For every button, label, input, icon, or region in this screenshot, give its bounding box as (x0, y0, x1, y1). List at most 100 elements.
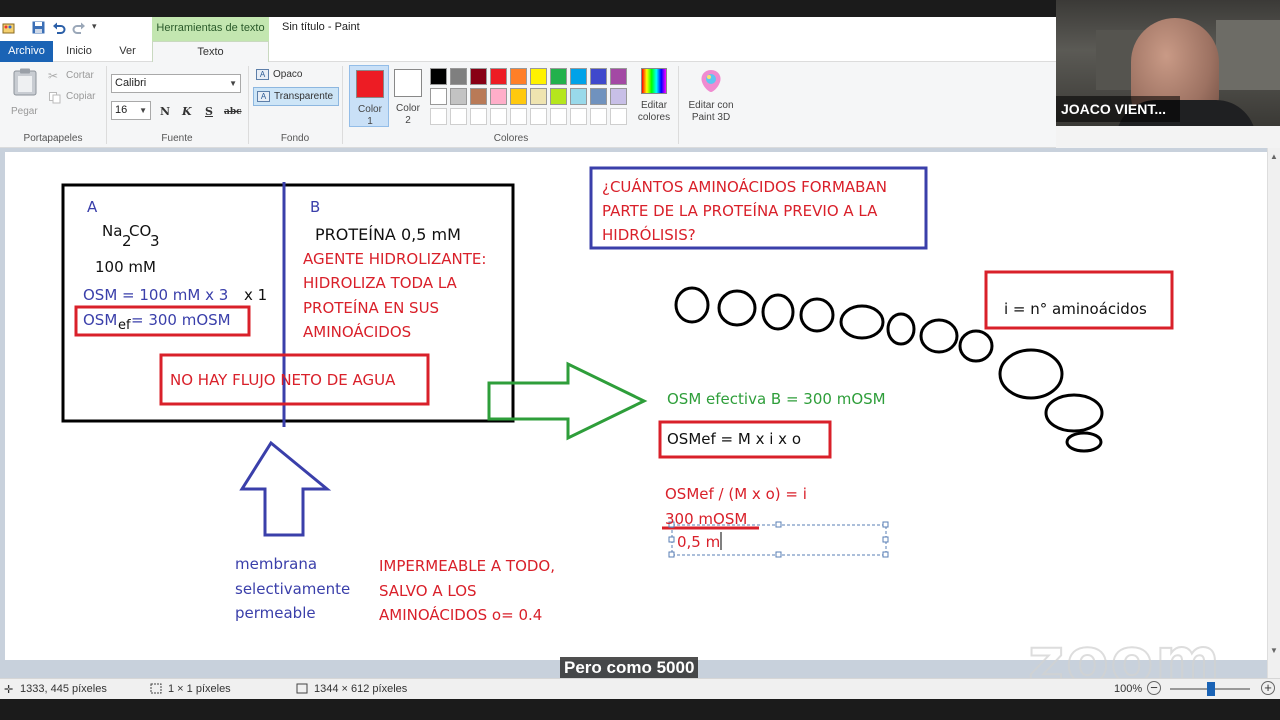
membrane-label-2: selectivamente (235, 580, 351, 598)
paste-button[interactable]: Pegar (8, 66, 42, 122)
color2-label: Color (396, 103, 420, 114)
formula-sub3: 3 (150, 232, 160, 250)
palette-color-swatch[interactable] (490, 88, 507, 105)
edit-paint3d-button[interactable]: Editar con Paint 3D (682, 66, 740, 128)
canvas-area: A B Na 2 CO 3 100 mM OSM = 100 mM x 3 x … (0, 148, 1280, 678)
zoom-in-button[interactable]: + (1261, 681, 1275, 695)
palette-color-swatch[interactable] (530, 88, 547, 105)
palette-color-swatch[interactable] (490, 68, 507, 85)
edit-colors-button[interactable]: Editar colores (634, 66, 674, 128)
palette-empty-swatch[interactable] (470, 108, 487, 125)
scroll-down-icon[interactable]: ▼ (1270, 646, 1278, 655)
save-icon[interactable] (32, 21, 45, 37)
vertical-scrollbar[interactable]: ▲ ▼ (1267, 148, 1280, 678)
question-line-1: ¿CUÁNTOS AMINOÁCIDOS FORMABAN (602, 178, 887, 196)
formula-na: Na (102, 222, 123, 240)
opaque-icon: A (256, 69, 269, 80)
impermeable-line-1: IMPERMEABLE A TODO, (379, 557, 556, 575)
cut-button[interactable]: ✂ Cortar (48, 69, 100, 85)
palette-color-swatch[interactable] (430, 68, 447, 85)
drawing-canvas[interactable]: A B Na 2 CO 3 100 mM OSM = 100 mM x 3 x … (5, 152, 1267, 660)
opaque-button[interactable]: A Opaco (253, 66, 339, 85)
bold-button[interactable]: N (160, 105, 170, 118)
scroll-up-icon[interactable]: ▲ (1270, 152, 1278, 161)
strikethrough-button[interactable]: abc (224, 107, 242, 117)
paint3d-label-2: Paint 3D (691, 112, 731, 123)
palette-color-swatch[interactable] (430, 88, 447, 105)
copy-label: Copiar (66, 91, 96, 102)
solve-equation: OSMef / (M x o) = i (665, 485, 807, 503)
clipboard-icon (13, 68, 37, 101)
palette-color-swatch[interactable] (470, 68, 487, 85)
palette-color-swatch[interactable] (450, 68, 467, 85)
color-spectrum-icon (641, 68, 667, 94)
italic-button[interactable]: K (182, 105, 192, 118)
palette-empty-swatch[interactable] (430, 108, 447, 125)
color2-number: 2 (405, 115, 411, 126)
palette-color-swatch[interactable] (610, 68, 627, 85)
tab-ver[interactable]: Ver (105, 41, 150, 62)
agent-line-2: HIDROLIZA TODA LA (303, 274, 457, 292)
chevron-down-icon: ▼ (229, 79, 237, 88)
concentration-a: 100 mM (95, 258, 156, 276)
transparent-button[interactable]: A Transparente (253, 87, 339, 106)
group-label-colores: Colores (493, 133, 529, 144)
palette-empty-swatch[interactable] (450, 108, 467, 125)
tab-texto[interactable]: Texto (152, 41, 269, 63)
palette-empty-swatch[interactable] (610, 108, 627, 125)
no-flux-text: NO HAY FLUJO NETO DE AGUA (170, 371, 396, 389)
tab-inicio[interactable]: Inicio (53, 41, 105, 62)
zoom-out-button[interactable]: − (1147, 681, 1161, 695)
palette-color-swatch[interactable] (590, 68, 607, 85)
selection-size: 1 × 1 píxeles (168, 683, 231, 695)
underline-button[interactable]: S (205, 105, 213, 118)
font-size-value: 16 (115, 104, 128, 116)
palette-color-swatch[interactable] (470, 88, 487, 105)
palette-color-swatch[interactable] (590, 88, 607, 105)
context-tab-text-tools: Herramientas de texto (152, 17, 269, 41)
color1-number: 1 (367, 116, 373, 127)
title-bar: ▾ Herramientas de texto Sin título - Pai… (0, 17, 1056, 41)
membrane-label-1: membrana (235, 555, 318, 573)
ribbon: Pegar ✂ Cortar Copiar Portapapeles Calib… (0, 62, 1056, 148)
palette-color-swatch[interactable] (610, 88, 627, 105)
bottom-strip (0, 699, 1280, 720)
palette-color-swatch[interactable] (450, 88, 467, 105)
osm-ef-value: = 300 mOSM (131, 311, 231, 329)
ribbon-tabs: Archivo Inicio Ver Texto (0, 41, 1056, 63)
palette-color-swatch[interactable] (510, 68, 527, 85)
cut-label: Cortar (66, 70, 94, 81)
copy-button[interactable]: Copiar (48, 90, 100, 106)
selection-size-icon (150, 683, 162, 697)
zoom-slider-thumb[interactable] (1207, 682, 1215, 696)
redo-icon[interactable] (72, 21, 86, 37)
edit-colors-label: Editar (640, 100, 668, 111)
palette-empty-swatch[interactable] (490, 108, 507, 125)
palette-empty-swatch[interactable] (550, 108, 567, 125)
webcam-shelf (1216, 20, 1280, 90)
tab-archivo[interactable]: Archivo (0, 41, 53, 62)
palette-empty-swatch[interactable] (590, 108, 607, 125)
membrane-arrow (239, 440, 332, 537)
color2-button[interactable]: Color 2 (388, 65, 428, 127)
status-bar: ✛ 1333, 445 píxeles 1 × 1 píxeles 1344 ×… (0, 678, 1280, 699)
palette-empty-swatch[interactable] (510, 108, 527, 125)
font-size-select[interactable]: 16 ▼ (111, 101, 151, 120)
palette-color-swatch[interactable] (570, 88, 587, 105)
palette-color-swatch[interactable] (550, 68, 567, 85)
palette-color-swatch[interactable] (570, 68, 587, 85)
paint-app-icon (2, 21, 16, 38)
palette-color-swatch[interactable] (550, 88, 567, 105)
palette-color-swatch[interactable] (530, 68, 547, 85)
palette-color-swatch[interactable] (510, 88, 527, 105)
palette-empty-swatch[interactable] (570, 108, 587, 125)
zoom-level: 100% (1114, 683, 1143, 695)
font-family-select[interactable]: Calibri ▼ (111, 74, 241, 93)
screen: ▾ Herramientas de texto Sin título - Pai… (0, 0, 1280, 720)
color1-button[interactable]: Color 1 (349, 65, 389, 127)
protein-concentration: PROTEÍNA 0,5 mM (315, 225, 461, 244)
customize-quick-access-icon[interactable]: ▾ (92, 21, 97, 32)
osm-effective-b: OSM efectiva B = 300 mOSM (667, 390, 886, 408)
palette-empty-swatch[interactable] (530, 108, 547, 125)
undo-icon[interactable] (52, 21, 66, 37)
